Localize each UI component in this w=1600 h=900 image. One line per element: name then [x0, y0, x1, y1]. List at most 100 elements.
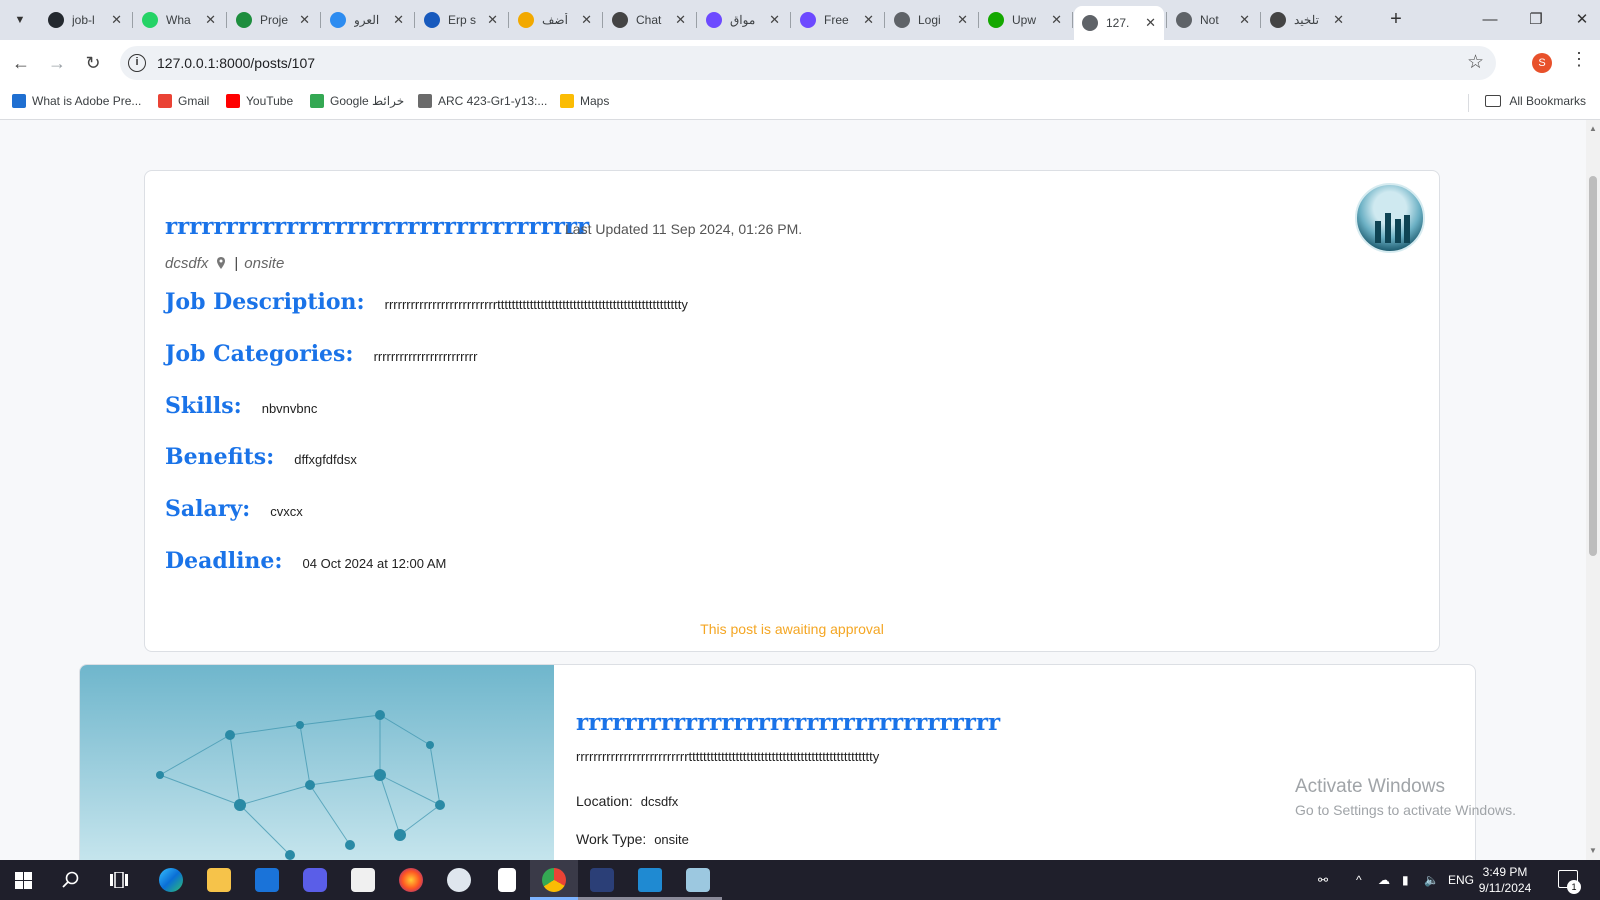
close-tab-icon[interactable]: ✕: [863, 12, 874, 28]
field-value: rrrrrrrrrrrrrrrrrrrrrrrrrrtttttttttttttt…: [384, 297, 688, 312]
close-tab-icon[interactable]: ✕: [393, 12, 404, 28]
chrome-icon[interactable]: [542, 868, 566, 892]
restore-button[interactable]: ❐: [1522, 6, 1550, 34]
task-view-icon[interactable]: [110, 872, 128, 888]
app-icon[interactable]: [686, 868, 710, 892]
new-tab-button[interactable]: +: [1384, 8, 1408, 32]
tab-separator: [508, 12, 509, 28]
minimize-button[interactable]: —: [1476, 6, 1504, 34]
tab-12[interactable]: Not ✕: [1168, 6, 1258, 34]
close-tab-icon[interactable]: ✕: [581, 12, 592, 28]
vscode-icon[interactable]: [638, 868, 662, 892]
copilot-icon[interactable]: [303, 868, 327, 892]
close-tab-icon[interactable]: ✕: [957, 12, 968, 28]
related-post-title[interactable]: rrrrrrrrrrrrrrrrrrrrrrrrrrrrrrrrrrr: [576, 709, 1000, 736]
tab-4[interactable]: Erp s ✕: [416, 6, 506, 34]
scrollbar-thumb[interactable]: [1589, 176, 1597, 556]
activate-windows-watermark: Activate Windows Go to Settings to activ…: [1295, 776, 1516, 818]
address-bar[interactable]: i 127.0.0.1:8000/posts/107 ☆: [120, 46, 1496, 80]
tab-1[interactable]: Wha ✕: [134, 6, 224, 34]
battery-icon[interactable]: ▮: [1402, 860, 1409, 900]
scroll-up-icon[interactable]: ▲: [1589, 124, 1597, 133]
volume-icon[interactable]: 🔈: [1424, 860, 1439, 900]
mail-icon[interactable]: [255, 868, 279, 892]
minimize-icon: —: [1482, 11, 1498, 28]
tab-search-button[interactable]: ▼: [8, 8, 32, 32]
close-window-button[interactable]: ✕: [1568, 6, 1596, 34]
paint-icon[interactable]: [447, 868, 471, 892]
tab-6[interactable]: Chat ✕: [604, 6, 694, 34]
tab-7[interactable]: مواق ✕: [698, 6, 788, 34]
bookmark-arc[interactable]: ARC 423-Gr1-y13:...: [418, 94, 547, 108]
windows-start-icon[interactable]: [15, 872, 32, 889]
bookmark-maps[interactable]: Maps: [560, 94, 609, 108]
plus-icon: +: [1390, 8, 1402, 30]
tab-label: مواق: [730, 13, 756, 27]
field-value: 04 Oct 2024 at 12:00 AM: [302, 556, 447, 571]
bookmark-label: Maps: [580, 94, 610, 108]
chevron-up-icon[interactable]: ^: [1356, 860, 1362, 900]
close-tab-icon[interactable]: ✕: [675, 12, 686, 28]
file-explorer-icon[interactable]: [207, 868, 231, 892]
store-icon[interactable]: [351, 868, 375, 892]
tab-2[interactable]: Proje ✕: [228, 6, 318, 34]
notification-badge: 1: [1567, 880, 1581, 894]
scroll-down-icon[interactable]: ▼: [1589, 846, 1597, 855]
all-bookmarks-label: All Bookmarks: [1509, 94, 1586, 108]
close-tab-icon[interactable]: ✕: [1051, 12, 1062, 28]
tab-8[interactable]: Free ✕: [792, 6, 882, 34]
reload-button[interactable]: ↻: [80, 50, 106, 76]
globe-icon: [1082, 15, 1098, 31]
tab-5[interactable]: أضف ✕: [510, 6, 600, 34]
bookmark-google-maps[interactable]: Google خرائط: [310, 94, 404, 108]
close-tab-icon[interactable]: ✕: [111, 12, 122, 28]
forward-button[interactable]: →: [44, 50, 70, 76]
browser-toolbar: ← → ↻ i 127.0.0.1:8000/posts/107 ☆ S ⋮: [0, 40, 1600, 86]
close-tab-icon[interactable]: ✕: [1145, 15, 1156, 31]
firefox-icon[interactable]: [399, 868, 423, 892]
profile-avatar[interactable]: S: [1532, 53, 1552, 73]
bookmark-label: YouTube: [246, 94, 294, 108]
related-post-card[interactable]: rrrrrrrrrrrrrrrrrrrrrrrrrrrrrrrrrrr rrrr…: [79, 664, 1476, 860]
location-pin-icon: [217, 256, 226, 269]
tab-separator: [696, 12, 697, 28]
close-tab-icon[interactable]: ✕: [1333, 12, 1344, 28]
search-icon[interactable]: [62, 871, 80, 889]
close-tab-icon[interactable]: ✕: [299, 12, 310, 28]
notepad-icon[interactable]: [498, 868, 516, 892]
work-type-value: onsite: [654, 832, 689, 847]
logo-shape: [1385, 213, 1391, 243]
page-scrollbar[interactable]: ▲ ▼: [1586, 120, 1600, 860]
close-tab-icon[interactable]: ✕: [205, 12, 216, 28]
edge-icon[interactable]: [159, 868, 183, 892]
gmail-icon: [158, 94, 172, 108]
person-icon[interactable]: ⚯: [1318, 860, 1328, 900]
all-bookmarks-button[interactable]: All Bookmarks: [1485, 94, 1586, 108]
close-tab-icon[interactable]: ✕: [769, 12, 780, 28]
more-menu-icon[interactable]: ⋮: [1570, 49, 1588, 70]
tab-9[interactable]: Logi ✕: [886, 6, 976, 34]
tab-13[interactable]: تلخيد ✕: [1262, 6, 1352, 34]
bookmark-star-icon[interactable]: ☆: [1467, 51, 1484, 74]
github-icon: [48, 12, 64, 28]
site-info-icon[interactable]: i: [128, 54, 146, 72]
tab-10[interactable]: Upw ✕: [980, 6, 1070, 34]
bookmark-gmail[interactable]: Gmail: [158, 94, 209, 108]
map-pin-icon: [560, 94, 574, 108]
tab-label: Not: [1200, 13, 1219, 27]
bookmark-youtube[interactable]: YouTube: [226, 94, 293, 108]
back-button[interactable]: ←: [8, 50, 34, 76]
system-clock[interactable]: 3:49 PM 9/11/2024: [1470, 864, 1540, 896]
close-tab-icon[interactable]: ✕: [487, 12, 498, 28]
tab-3[interactable]: العرو ✕: [322, 6, 412, 34]
field-job-description: Job Description: rrrrrrrrrrrrrrrrrrrrrrr…: [165, 289, 688, 315]
url-text[interactable]: 127.0.0.1:8000/posts/107: [157, 55, 315, 71]
tab-11[interactable]: 127. ✕: [1074, 6, 1164, 40]
network-icon[interactable]: ☁: [1378, 860, 1390, 900]
bookmarks-bar: What is Adobe Pre... Gmail YouTube Googl…: [0, 86, 1600, 120]
app-icon[interactable]: [590, 868, 614, 892]
tab-0[interactable]: job-l ✕: [40, 6, 130, 34]
video-icon: [12, 94, 26, 108]
close-tab-icon[interactable]: ✕: [1239, 12, 1250, 28]
bookmark-adobe[interactable]: What is Adobe Pre...: [12, 94, 141, 108]
